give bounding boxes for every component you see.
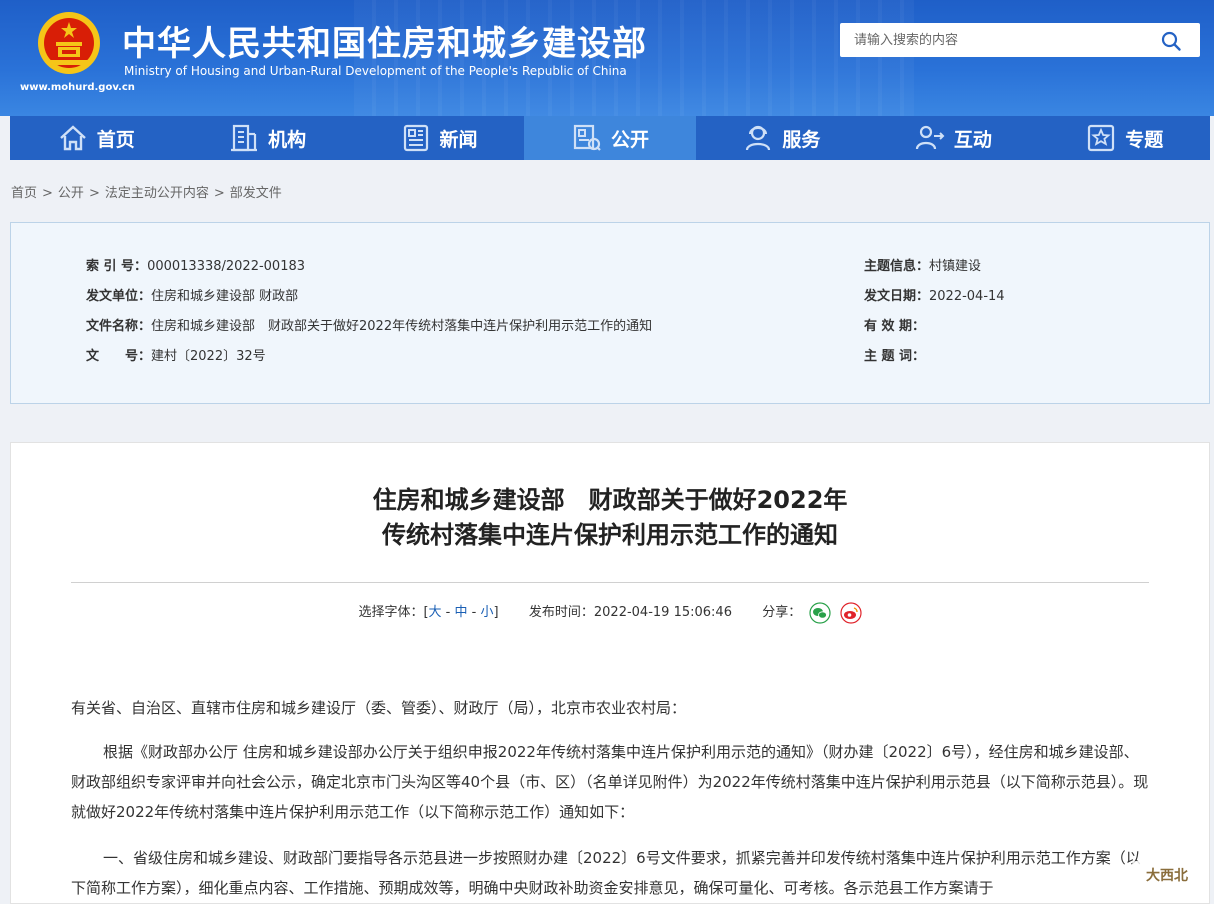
breadcrumb: 首页 > 公开 > 法定主动公开内容 > 部发文件 — [11, 182, 282, 201]
building-icon — [231, 124, 258, 152]
service-icon — [746, 125, 771, 151]
nav-label: 专题 — [1125, 128, 1164, 151]
font-size-close: ] — [493, 605, 499, 620]
article-paragraph: 一、省级住房和城乡建设、财政部门要指导各示范县进一步按照财办建〔2022〕6号文… — [71, 849, 1141, 897]
nav-interaction[interactable]: 互动 — [867, 116, 1038, 160]
nav-special-topic[interactable]: 专题 — [1039, 116, 1210, 160]
breadcrumb-separator: > — [88, 186, 100, 201]
nav-organization[interactable]: 机构 — [181, 116, 352, 160]
meta-value: 住房和城乡建设部 财政部 — [151, 289, 299, 304]
font-separator: - — [467, 605, 481, 620]
font-size-selector: 选择字体：[大 - 中 - 小] — [358, 605, 498, 620]
article-title-line1: 住房和城乡建设部 财政部关于做好2022年 — [372, 486, 848, 514]
font-small-link[interactable]: 小 — [481, 605, 494, 620]
article-info-bar: 选择字体：[大 - 中 - 小] 发布时间：2022-04-19 15:06:4… — [11, 601, 1209, 624]
search-box — [840, 23, 1200, 57]
publish-label: 发布时间： — [528, 605, 594, 620]
meta-label: 索 引 号： — [86, 259, 148, 274]
document-meta-box: 索 引 号：000013338/2022-00183 发文单位：住房和城乡建设部… — [10, 222, 1210, 404]
meta-value: 建村〔2022〕32号 — [151, 349, 266, 364]
meta-label: 主 题 词： — [864, 349, 926, 364]
breadcrumb-separator: > — [213, 186, 225, 201]
breadcrumb-home[interactable]: 首页 — [11, 186, 37, 201]
main-nav: 首页 机构 新闻 公开 服务 互动 专题 — [10, 116, 1210, 160]
search-icon[interactable] — [1160, 30, 1182, 52]
meta-docname: 文件名称：住房和城乡建设部 财政部关于做好2022年传统村落集中连片保护利用示范… — [86, 315, 652, 334]
font-separator: - — [441, 605, 455, 620]
article-paragraph: 有关省、自治区、直辖市住房和城乡建设厅（委、管委）、财政厅（局），北京市农业农村… — [71, 699, 687, 717]
nav-label: 服务 — [782, 128, 821, 151]
font-large-link[interactable]: 大 — [429, 605, 442, 620]
title-divider — [71, 582, 1149, 583]
breadcrumb-legal-content[interactable]: 法定主动公开内容 — [105, 186, 209, 201]
breadcrumb-public[interactable]: 公开 — [58, 186, 84, 201]
nav-label: 机构 — [268, 128, 307, 151]
wechat-share-icon[interactable] — [809, 601, 832, 624]
nav-service[interactable]: 服务 — [696, 116, 867, 160]
article-paragraph: 根据《财政部办公厅 住房和城乡建设部办公厅关于组织申报2022年传统村落集中连片… — [71, 743, 1149, 821]
weibo-share-icon[interactable] — [839, 601, 862, 624]
nav-home[interactable]: 首页 — [10, 116, 181, 160]
meta-label: 文 号： — [86, 349, 152, 364]
site-header: www.mohurd.gov.cn 中华人民共和国住房和城乡建设部 Minist… — [0, 0, 1214, 116]
nav-public[interactable]: 公开 — [524, 116, 696, 160]
watermark-text: 大西北 — [1146, 867, 1188, 884]
article: 住房和城乡建设部 财政部关于做好2022年 传统村落集中连片保护利用示范工作的通… — [10, 442, 1210, 904]
font-medium-link[interactable]: 中 — [455, 605, 468, 620]
national-emblem-icon[interactable] — [36, 10, 102, 76]
breadcrumb-separator: > — [42, 186, 53, 201]
watermark-logo: 大西北 — [1132, 861, 1202, 889]
meta-valid: 有 效 期： — [864, 315, 925, 334]
meta-index: 索 引 号：000013338/2022-00183 — [86, 255, 305, 274]
nav-label: 互动 — [953, 128, 992, 151]
meta-value: 住房和城乡建设部 财政部关于做好2022年传统村落集中连片保护利用示范工作的通知 — [151, 319, 653, 334]
interaction-icon — [915, 125, 945, 150]
article-title-line2: 传统村落集中连片保护利用示范工作的通知 — [382, 521, 838, 549]
meta-label: 发文日期： — [864, 289, 930, 304]
font-size-label: 选择字体：[ — [358, 605, 429, 620]
site-title-en: Ministry of Housing and Urban-Rural Deve… — [124, 64, 627, 78]
breadcrumb-ministry-docs[interactable]: 部发文件 — [230, 186, 282, 201]
meta-date: 发文日期：2022-04-14 — [864, 285, 1005, 304]
meta-docno: 文 号：建村〔2022〕32号 — [86, 345, 266, 364]
meta-label: 文件名称： — [86, 319, 152, 334]
share-label: 分享： — [762, 605, 802, 620]
publish-time: 2022-04-19 15:06:46 — [593, 605, 732, 620]
meta-label: 主题信息： — [864, 259, 930, 274]
meta-issuer: 发文单位：住房和城乡建设部 财政部 — [86, 285, 298, 304]
newspaper-icon — [403, 124, 428, 152]
meta-value: 村镇建设 — [929, 259, 982, 274]
meta-topic: 主题信息：村镇建设 — [864, 255, 981, 274]
meta-label: 有 效 期： — [864, 319, 926, 334]
nav-label: 公开 — [610, 128, 649, 151]
site-url: www.mohurd.gov.cn — [20, 82, 135, 93]
meta-label: 发文单位： — [86, 289, 152, 304]
article-title: 住房和城乡建设部 财政部关于做好2022年 传统村落集中连片保护利用示范工作的通… — [11, 483, 1209, 553]
home-icon — [59, 125, 86, 151]
nav-label: 新闻 — [439, 128, 478, 151]
nav-news[interactable]: 新闻 — [353, 116, 524, 160]
star-icon — [1088, 124, 1115, 152]
meta-keyword: 主 题 词： — [864, 345, 925, 364]
search-input[interactable] — [840, 23, 1168, 57]
site-title-cn[interactable]: 中华人民共和国住房和城乡建设部 — [122, 16, 647, 65]
document-icon — [573, 124, 601, 151]
meta-value: 000013338/2022-00183 — [147, 259, 306, 274]
nav-label: 首页 — [96, 128, 135, 151]
meta-value: 2022-04-14 — [929, 289, 1005, 304]
